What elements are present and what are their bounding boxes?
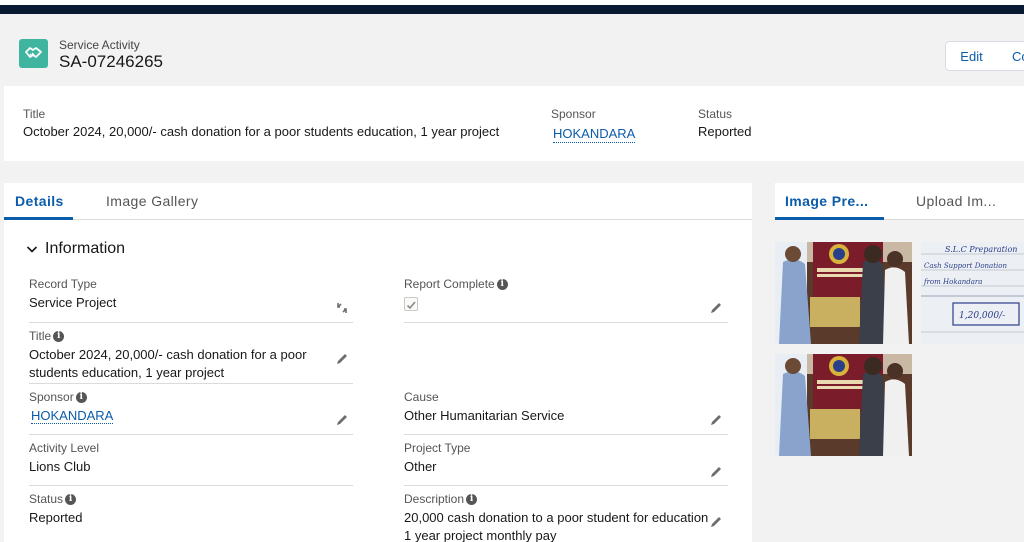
info-icon[interactable]: i	[496, 278, 508, 290]
title-label: Title i	[29, 329, 65, 343]
project-type-value: Other	[404, 459, 437, 474]
report-complete-checkbox	[404, 297, 418, 311]
edit-report-complete-pencil-icon[interactable]	[709, 301, 723, 315]
divider	[404, 322, 728, 323]
title-label-text: Title	[29, 329, 52, 343]
cause-label-text: Cause	[404, 390, 439, 404]
highlight-status-value: Reported	[698, 124, 752, 139]
project-type-label-text: Project Type	[404, 441, 471, 455]
section-title: Information	[45, 240, 126, 257]
divider	[29, 322, 353, 323]
highlights-panel: Title October 2024, 20,000/- cash donati…	[4, 86, 1024, 161]
sponsor-label: Sponsor i	[29, 390, 87, 404]
tab-image-gallery[interactable]: Image Gallery	[106, 193, 198, 209]
divider	[29, 383, 353, 384]
title-value-line-2: students education, 1 year project	[29, 365, 225, 380]
title-value-line-1: October 2024, 20,000/- cash donation for…	[29, 347, 307, 362]
image-preview-card: Image Pre... Upload Im... S.L.C Preparat…	[775, 183, 1024, 542]
main-tab-bar: Details Image Gallery	[4, 183, 752, 220]
description-value-line-1: 20,000 cash donation to a poor student f…	[404, 510, 709, 525]
sponsor-label-text: Sponsor	[29, 390, 74, 404]
edit-project-type-pencil-icon[interactable]	[709, 465, 723, 479]
divider	[29, 485, 353, 486]
highlight-sponsor-link[interactable]: HOKANDARA	[553, 126, 636, 143]
divider	[29, 434, 353, 435]
divider	[404, 485, 728, 486]
object-type-label: Service Activity	[59, 38, 140, 52]
edit-button[interactable]: Edit	[945, 41, 998, 71]
service-activity-icon	[19, 39, 48, 68]
divider	[404, 434, 728, 435]
highlight-title-label: Title	[23, 107, 46, 121]
highlight-sponsor-label: Sponsor	[551, 107, 596, 121]
donation-photo-2-image	[775, 354, 912, 456]
edit-cause-pencil-icon[interactable]	[709, 413, 723, 427]
status-value: Reported	[29, 510, 83, 525]
info-icon[interactable]: i	[53, 330, 65, 342]
chevron-down-icon	[26, 246, 38, 253]
certificate-line-2: Cash Support Donation	[924, 262, 1007, 270]
cause-value: Other Humanitarian Service	[404, 408, 565, 423]
project-type-label: Project Type	[404, 441, 470, 455]
certificate-line-3: from Hokandara	[923, 278, 982, 286]
more-actions-button[interactable]: Co	[997, 41, 1024, 71]
certificate-amount: 1,20,000/-	[959, 311, 1005, 321]
tab-details[interactable]: Details	[15, 193, 64, 209]
status-label-text: Status	[29, 492, 64, 506]
info-icon[interactable]: i	[65, 493, 77, 505]
record-type-value: Service Project	[29, 295, 117, 310]
information-section-header[interactable]: Information	[26, 240, 125, 258]
donation-photo-2[interactable]	[775, 354, 912, 456]
global-header-bar	[0, 5, 1024, 14]
record-type-label-text: Record Type	[29, 277, 97, 291]
edit-sponsor-pencil-icon[interactable]	[335, 413, 349, 427]
activity-level-value: Lions Club	[29, 459, 91, 474]
description-label-text: Description	[404, 492, 465, 506]
checkmark-icon	[406, 301, 416, 310]
side-tab-bar: Image Pre... Upload Im...	[775, 183, 1024, 220]
change-record-type-icon[interactable]	[335, 301, 349, 315]
certificate-photo[interactable]: S.L.C Preparation Cash Support Donation …	[921, 242, 1024, 344]
activity-level-label-text: Activity Level	[29, 441, 100, 455]
highlight-title-value: October 2024, 20,000/- cash donation for…	[23, 124, 500, 139]
active-side-tab-indicator	[775, 217, 884, 220]
edit-title-pencil-icon[interactable]	[335, 352, 349, 366]
record-type-label: Record Type	[29, 277, 97, 291]
edit-description-pencil-icon[interactable]	[709, 515, 723, 529]
cause-label: Cause	[404, 390, 439, 404]
details-card: Details Image Gallery Information Record…	[4, 183, 752, 542]
certificate-photo-image: S.L.C Preparation Cash Support Donation …	[921, 242, 1024, 344]
report-complete-label: Report Complete i	[404, 277, 508, 291]
active-tab-indicator	[4, 217, 73, 220]
donation-photo-1-image	[775, 242, 912, 344]
record-name: SA-07246265	[59, 52, 163, 71]
sponsor-link[interactable]: HOKANDARA	[31, 408, 114, 424]
donation-photo-1[interactable]	[775, 242, 912, 344]
activity-level-label: Activity Level	[29, 441, 99, 455]
description-value-line-2: 1 year project monthly pay	[404, 528, 557, 542]
report-complete-label-text: Report Complete	[404, 277, 495, 291]
info-icon[interactable]: i	[75, 391, 87, 403]
certificate-line-1: S.L.C Preparation	[945, 245, 1017, 254]
tab-image-preview[interactable]: Image Pre...	[785, 193, 868, 209]
tab-upload-image[interactable]: Upload Im...	[916, 193, 996, 209]
description-label: Description i	[404, 492, 478, 506]
highlight-status-label: Status	[698, 107, 733, 121]
status-label: Status i	[29, 492, 77, 506]
info-icon[interactable]: i	[466, 493, 478, 505]
